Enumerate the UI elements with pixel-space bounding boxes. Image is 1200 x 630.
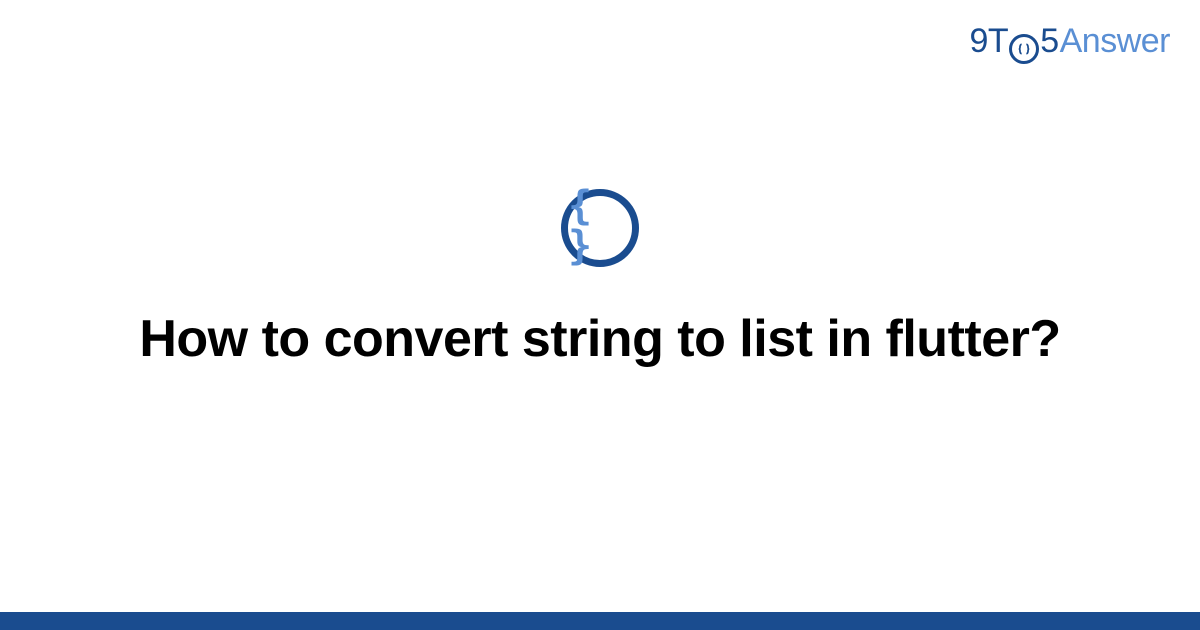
braces-symbol: { }: [568, 186, 632, 266]
main-content: { } How to convert string to list in flu…: [0, 0, 1200, 630]
question-title: How to convert string to list in flutter…: [139, 307, 1060, 372]
footer-accent-bar: [0, 612, 1200, 630]
code-braces-icon: { }: [561, 189, 639, 267]
